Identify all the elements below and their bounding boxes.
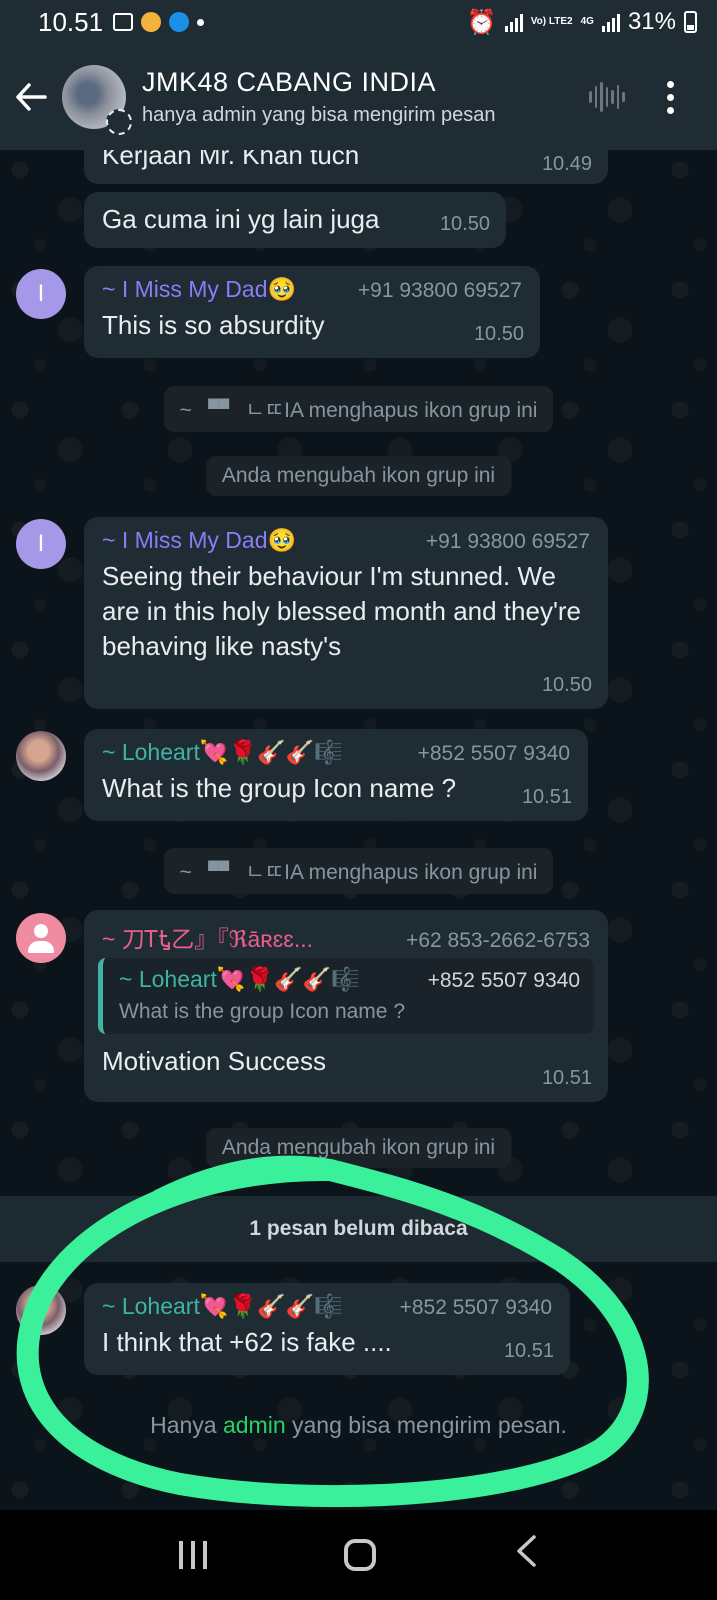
more-options-icon[interactable] xyxy=(655,80,685,114)
system-message: Anda mengubah ikon grup ini xyxy=(205,456,512,496)
quoted-message[interactable]: ~ Loheart💘🌹🎸🎸🎼 +852 5507 9340 What is th… xyxy=(98,958,594,1034)
group-info[interactable]: JMK48 CABANG INDIA hanya admin yang bisa… xyxy=(142,67,589,127)
sender-avatar[interactable] xyxy=(16,731,66,781)
group-name: JMK48 CABANG INDIA xyxy=(142,67,437,97)
nav-back-icon[interactable] xyxy=(514,1533,538,1578)
sender-name[interactable]: ~ 刀ᎢᎿ乙』『ℜāʀɛɛ... xyxy=(102,920,313,954)
system-message: ~ ▝▘ ㄴㄸIA menghapus ikon grup ini xyxy=(163,386,554,432)
system-message: Anda mengubah ikon grup ini xyxy=(205,1128,512,1168)
sender-row: ~ Loheart💘🌹🎸🎸🎼 +852 5507 9340 xyxy=(102,739,570,771)
gallery-icon xyxy=(113,13,134,31)
message-bubble[interactable]: ~ I Miss My Dad🥹 +91 93800 69527 Seeing … xyxy=(84,517,608,709)
admin-link[interactable]: admin xyxy=(223,1412,286,1438)
message-time: 10.49 xyxy=(541,153,592,175)
network-gen-label: 4G xyxy=(580,16,594,27)
unread-count-label: 1 pesan belum dibaca xyxy=(249,1217,468,1240)
home-icon[interactable] xyxy=(344,1539,377,1571)
message-text: Ga cuma ini yg lain juga xyxy=(102,204,380,234)
chat-header: JMK48 CABANG INDIA hanya admin yang bisa… xyxy=(0,44,717,150)
sender-name[interactable]: ~ Loheart💘🌹🎸🎸🎼 xyxy=(102,1293,343,1320)
quote-text: What is the group Icon name ? xyxy=(119,1000,405,1023)
sender-name[interactable]: ~ I Miss My Dad🥹 xyxy=(102,276,296,303)
message-text: I think that +62 is fake .... xyxy=(102,1327,392,1357)
sender-row: ~ 刀ᎢᎿ乙』『ℜāʀɛɛ... +62 853-2662-6753 xyxy=(102,920,590,952)
signal-icon xyxy=(601,12,620,32)
notice-text: yang bisa mengirim pesan. xyxy=(285,1412,567,1438)
sender-avatar[interactable]: I xyxy=(16,269,66,319)
status-time: 10.51 xyxy=(38,6,104,37)
alarm-icon: ⏰ xyxy=(466,8,497,36)
quote-sender-row: ~ Loheart💘🌹🎸🎸🎼 +852 5507 9340 xyxy=(119,966,580,996)
default-avatar-body xyxy=(28,941,54,953)
disappearing-messages-icon xyxy=(106,109,132,135)
battery-icon xyxy=(684,11,697,33)
group-avatar[interactable] xyxy=(62,65,132,135)
sender-phone: +62 853-2662-6753 xyxy=(406,929,590,952)
message-time: 10.51 xyxy=(521,786,572,808)
network-type-label: Vo) LTE2 xyxy=(530,16,573,27)
sender-avatar[interactable]: I xyxy=(16,519,66,569)
default-avatar-icon xyxy=(34,924,48,938)
recent-apps-icon[interactable] xyxy=(178,1541,207,1569)
message-bubble[interactable]: Ga cuma ini yg lain juga 10.50 xyxy=(84,192,506,248)
sender-row: ~ I Miss My Dad🥹 +91 93800 69527 xyxy=(102,276,522,308)
sender-avatar[interactable] xyxy=(16,913,66,963)
back-arrow-icon[interactable] xyxy=(0,67,62,127)
sender-phone: +91 93800 69527 xyxy=(425,530,590,553)
message-text: Motivation Success xyxy=(102,1046,326,1076)
avatar-letter: I xyxy=(37,280,45,307)
unread-messages-banner: 1 pesan belum dibaca xyxy=(0,1196,717,1262)
message-text: What is the group Icon name ? xyxy=(102,773,457,803)
sender-name[interactable]: ~ Loheart💘🌹🎸🎸🎼 xyxy=(102,739,343,766)
message-text: This is so absurdity xyxy=(102,310,325,340)
coin-icon xyxy=(141,12,162,32)
voice-chat-icon[interactable] xyxy=(589,77,626,117)
sender-name[interactable]: ~ I Miss My Dad🥹 xyxy=(102,527,296,554)
message-bubble[interactable]: ~ 刀ᎢᎿ乙』『ℜāʀɛɛ... +62 853-2662-6753 ~ Loh… xyxy=(84,910,608,1102)
message-time: 10.50 xyxy=(439,213,490,235)
group-subtitle: hanya admin yang bisa mengirim pesan xyxy=(142,104,496,126)
more-notifications-dot-icon xyxy=(197,18,205,26)
message-bubble[interactable]: ~ Loheart💘🌹🎸🎸🎼 +852 5507 9340 What is th… xyxy=(84,729,588,821)
sender-row: ~ Loheart💘🌹🎸🎸🎼 +852 5507 9340 xyxy=(102,1293,552,1325)
message-time: 10.50 xyxy=(473,323,524,345)
message-time: 10.51 xyxy=(541,1067,592,1089)
quote-sender-name: ~ Loheart💘🌹🎸🎸🎼 xyxy=(119,966,361,992)
sender-phone: +91 93800 69527 xyxy=(357,279,522,302)
sender-avatar[interactable] xyxy=(16,1285,66,1335)
sender-phone: +852 5507 9340 xyxy=(399,1296,552,1319)
battery-percent: 31% xyxy=(627,8,676,35)
message-bubble[interactable]: ~ I Miss My Dad🥹 +91 93800 69527 This is… xyxy=(84,266,540,358)
signal-icon xyxy=(504,12,523,32)
avatar-letter: I xyxy=(37,530,45,557)
message-time: 10.50 xyxy=(541,674,592,696)
message-text: Seeing their behaviour I'm stunned. We a… xyxy=(102,561,582,661)
app-notification-icon xyxy=(169,12,190,32)
sender-phone: +852 5507 9340 xyxy=(417,742,570,765)
system-navigation-bar xyxy=(0,1510,717,1600)
status-bar: 10.51 ⏰ Vo) LTE2 4G 31% xyxy=(0,0,717,44)
quote-sender-phone: +852 5507 9340 xyxy=(427,969,580,992)
sender-row: ~ I Miss My Dad🥹 +91 93800 69527 xyxy=(102,527,590,559)
admin-only-notice: Hanya admin yang bisa mengirim pesan. xyxy=(0,1412,717,1439)
message-bubble[interactable]: ~ Loheart💘🌹🎸🎸🎼 +852 5507 9340 I think th… xyxy=(84,1283,570,1375)
notice-text: Hanya xyxy=(150,1412,223,1438)
message-time: 10.51 xyxy=(503,1340,554,1362)
system-message: ~ ▝▘ ㄴㄸIA menghapus ikon grup ini xyxy=(163,848,554,894)
